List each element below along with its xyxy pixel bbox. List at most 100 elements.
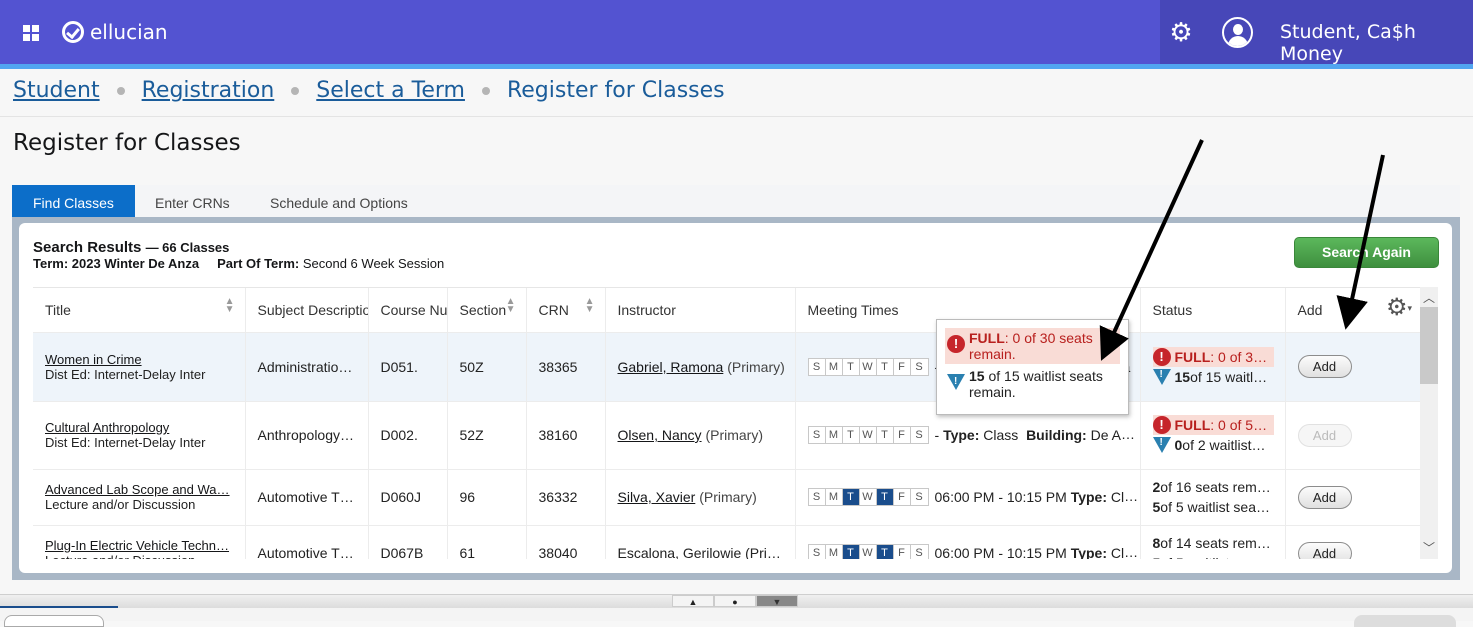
day-grid: SMTWTFS xyxy=(807,357,929,376)
tab-enter-crns[interactable]: Enter CRNs xyxy=(134,185,251,217)
term-value: 2023 Winter De Anza xyxy=(71,256,200,271)
day-grid: SMTWTFS xyxy=(807,488,929,507)
day-cell: T xyxy=(842,427,860,444)
waitlist-status: 5 of 5 waitlist sea… xyxy=(1152,499,1271,515)
waitlist-status: 0 of 2 waitlist… xyxy=(1152,435,1285,455)
day-cell: M xyxy=(825,545,843,559)
column-header-section[interactable]: Section ▲ ▼ xyxy=(447,288,527,332)
user-avatar-icon[interactable] xyxy=(1222,17,1253,48)
nav-down-button[interactable]: ▼ xyxy=(756,595,798,607)
waitlist-icon xyxy=(947,374,965,390)
column-header-course[interactable]: Course Nu xyxy=(368,288,448,332)
instructor-link[interactable]: Silva, Xavier xyxy=(618,489,696,505)
course-number-cell: D051. xyxy=(368,331,448,401)
column-header-title[interactable]: Title ▲ ▼ xyxy=(33,288,246,332)
column-header-subject[interactable]: Subject Descriptio xyxy=(245,288,369,332)
instructor-cell: Silva, Xavier (Primary) xyxy=(605,468,796,525)
nav-up-button[interactable]: ▲ xyxy=(672,595,714,607)
course-title-link[interactable]: Advanced Lab Scope and Wa… xyxy=(45,482,244,497)
breadcrumb-registration[interactable]: Registration xyxy=(142,78,275,103)
table-row: Advanced Lab Scope and Wa… Lecture and/or… xyxy=(33,468,1420,525)
tab-schedule-options[interactable]: Schedule and Options xyxy=(249,185,429,217)
grid-icon[interactable] xyxy=(23,25,39,41)
waitlist-status: 15 of 15 waitl… xyxy=(1152,367,1285,387)
meeting-text: 06:00 PM - 10:15 PM Type: Class xyxy=(934,545,1140,559)
scroll-thumb[interactable] xyxy=(1420,307,1438,384)
sort-icon[interactable]: ▲ ▼ xyxy=(225,297,235,315)
results-count: — 66 Classes xyxy=(145,240,230,255)
day-cell: T xyxy=(876,489,894,506)
subject-cell: Anthropology… xyxy=(245,400,369,469)
add-button[interactable]: Add xyxy=(1297,541,1352,559)
course-title-link[interactable]: Cultural Anthropology xyxy=(45,420,244,435)
schedule-type: Dist Ed: Internet-Delay Inter xyxy=(45,435,206,450)
day-cell: S xyxy=(910,489,928,506)
nav-middle-button[interactable]: ● xyxy=(714,595,756,607)
tooltip-waitlist-status: 15 of 15 waitlist seats remain. xyxy=(945,364,1120,400)
search-results-title: Search Results — 66 Classes xyxy=(33,239,229,256)
bottom-progress-line xyxy=(0,606,118,608)
breadcrumb-current: Register for Classes xyxy=(506,78,725,103)
brand-logo[interactable]: ellucian xyxy=(62,20,168,44)
status-tooltip: ! FULL: 0 of 30 seats remain. 15 of 15 w… xyxy=(936,319,1129,415)
part-of-term-label: Part Of Term: xyxy=(217,256,300,271)
day-cell: T xyxy=(842,489,860,506)
status-cell[interactable]: !FULL: 0 of 3… 15 of 15 waitl… xyxy=(1140,331,1286,401)
status-cell[interactable]: 8 of 14 seats rem… 5 of 5 waitlist sea… xyxy=(1140,524,1286,559)
breadcrumb-student[interactable]: Student xyxy=(13,78,100,103)
course-title-link[interactable]: Women in Crime xyxy=(45,352,244,367)
column-header-instructor[interactable]: Instructor xyxy=(605,288,796,332)
course-title-link[interactable]: Plug-In Electric Vehicle Techn… xyxy=(45,538,244,553)
meeting-times-cell[interactable]: SMTWTFS06:00 PM - 10:15 PM Type: Class xyxy=(795,468,1141,525)
scroll-down-icon[interactable]: ﹀ xyxy=(1420,539,1438,557)
bottom-area xyxy=(0,608,1473,621)
day-cell: M xyxy=(825,427,843,444)
section-cell: 50Z xyxy=(447,331,527,401)
add-button[interactable]: Add xyxy=(1297,485,1352,509)
day-cell: S xyxy=(910,427,928,444)
add-button[interactable]: Add xyxy=(1297,355,1352,378)
instructor-name: Escalona, Gerilowie (Pri… xyxy=(617,545,781,559)
breadcrumb-separator xyxy=(291,86,300,95)
column-header-crn[interactable]: CRN ▲ ▼ xyxy=(526,288,606,332)
day-cell: S xyxy=(808,545,826,559)
status-cell[interactable]: 2 of 16 seats rem… 5 of 5 waitlist sea… xyxy=(1140,468,1286,525)
search-again-button[interactable]: Search Again xyxy=(1294,237,1439,268)
status-cell[interactable]: !FULL: 0 of 5… 0 of 2 waitlist… xyxy=(1140,400,1286,469)
column-settings-gear-icon[interactable]: ⚙▾ xyxy=(1386,296,1412,320)
table-row: Plug-In Electric Vehicle Techn…Lecture a… xyxy=(33,524,1420,559)
add-button-disabled: Add xyxy=(1297,423,1352,447)
column-header-status[interactable]: Status xyxy=(1140,288,1286,332)
bottom-left-tab[interactable] xyxy=(4,615,104,627)
gear-icon[interactable]: ⚙ xyxy=(1168,19,1194,45)
results-title-text: Search Results xyxy=(33,239,142,256)
meeting-times-cell[interactable]: SMTWTFS06:00 PM - 10:15 PM Type: Class xyxy=(795,524,1141,559)
tooltip-full-status: ! FULL: 0 of 30 seats remain. xyxy=(945,328,1120,364)
instructor-link[interactable]: Gabriel, Ramona xyxy=(618,359,724,375)
bottom-right-tab[interactable] xyxy=(1354,615,1456,627)
scroll-up-icon[interactable]: ︿ xyxy=(1420,289,1438,307)
day-cell: M xyxy=(825,489,843,506)
breadcrumb-select-term[interactable]: Select a Term xyxy=(316,78,465,103)
brand-name: ellucian xyxy=(90,20,168,44)
day-grid: SMTWTFS xyxy=(807,426,929,445)
instructor-link[interactable]: Olsen, Nancy xyxy=(618,427,702,443)
sort-icon[interactable]: ▲ ▼ xyxy=(585,297,595,315)
full-alert-icon: ! xyxy=(947,335,965,353)
instructor-role: (Primary) xyxy=(699,489,757,505)
add-cell: Add xyxy=(1285,331,1420,401)
day-cell: T xyxy=(876,358,894,375)
user-name[interactable]: Student, Ca$h Money xyxy=(1280,21,1473,65)
waitlist-icon xyxy=(1152,368,1171,385)
tab-find-classes[interactable]: Find Classes xyxy=(12,185,135,217)
bottom-nav: ▲ ● ▼ xyxy=(672,595,798,607)
sort-icon[interactable]: ▲ ▼ xyxy=(506,297,516,315)
crn-cell: 38365 xyxy=(526,331,606,401)
day-cell: F xyxy=(893,358,911,375)
header-accent-stripe xyxy=(0,64,1473,69)
term-info: Term: 2023 Winter De Anza Part Of Term: … xyxy=(33,256,444,271)
crn-cell: 38040 xyxy=(526,524,606,559)
day-cell: T xyxy=(842,358,860,375)
waitlist-status: 5 of 5 waitlist sea… xyxy=(1153,553,1285,559)
table-scrollbar[interactable]: ︿ ﹀ xyxy=(1420,287,1438,559)
